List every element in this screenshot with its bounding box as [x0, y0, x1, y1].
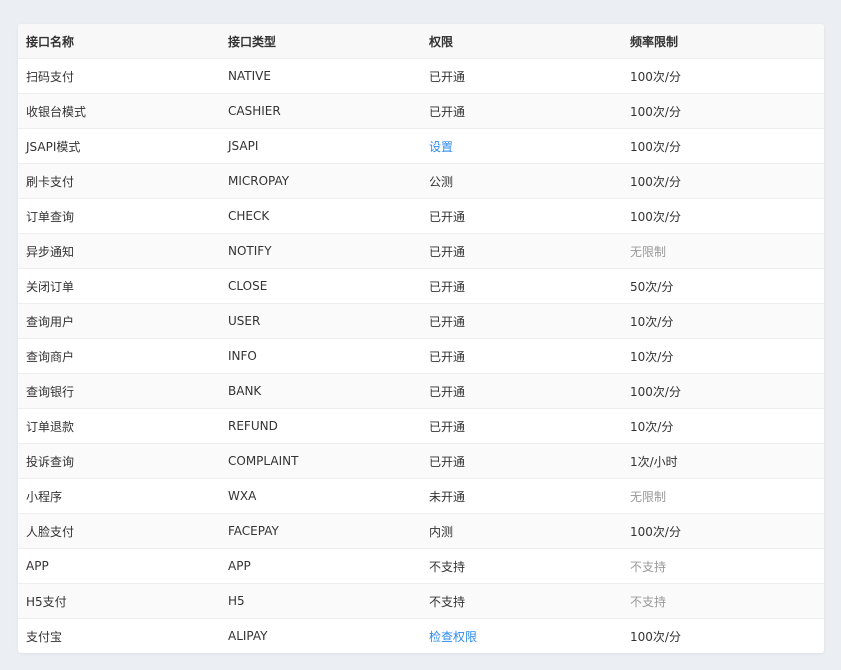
cell-api-type: MICROPAY	[220, 163, 421, 199]
cell-permission: 已开通	[421, 93, 622, 129]
cell-api-name: 订单查询	[18, 198, 220, 234]
cell-api-type: NOTIFY	[220, 233, 421, 269]
column-header-api-name: 接口名称	[18, 24, 220, 59]
table-row: 关闭订单 CLOSE 已开通 50次/分	[18, 268, 824, 304]
cell-permission: 已开通	[421, 198, 622, 234]
table-row: 人脸支付 FACEPAY 内测 100次/分	[18, 513, 824, 549]
cell-api-type: JSAPI	[220, 128, 421, 164]
cell-rate-limit: 100次/分	[622, 163, 824, 199]
table-header: 接口名称 接口类型 权限 频率限制	[18, 24, 824, 59]
cell-rate-limit: 不支持	[622, 583, 824, 619]
header-row: 接口名称 接口类型 权限 频率限制	[18, 24, 824, 59]
cell-permission: 内测	[421, 513, 622, 549]
table-row: 支付宝 ALIPAY 检查权限 100次/分	[18, 619, 824, 654]
cell-api-type: FACEPAY	[220, 513, 421, 549]
cell-api-type: USER	[220, 303, 421, 339]
column-header-api-type: 接口类型	[220, 24, 421, 59]
table-body: 扫码支付 NATIVE 已开通 100次/分 收银台模式 CASHIER 已开通 100次/分…	[18, 58, 824, 654]
cell-api-type: INFO	[220, 338, 421, 374]
cell-api-type: CHECK	[220, 198, 421, 234]
cell-rate-limit: 100次/分	[622, 93, 824, 129]
table-row: 订单查询 CHECK 已开通 100次/分	[18, 198, 824, 234]
table-row: 异步通知 NOTIFY 已开通 无限制	[18, 233, 824, 269]
cell-api-name: 收银台模式	[18, 93, 220, 129]
table-row: 查询商户 INFO 已开通 10次/分	[18, 338, 824, 374]
cell-api-name: 刷卡支付	[18, 163, 220, 199]
cell-permission: 不支持	[421, 548, 622, 584]
api-permissions-card: 接口名称 接口类型 权限 频率限制 扫码支付 NATIVE 已开通 100次/分 收银台…	[18, 24, 824, 653]
api-permissions-table: 接口名称 接口类型 权限 频率限制 扫码支付 NATIVE 已开通 100次/分 收银台…	[18, 24, 824, 653]
cell-permission: 已开通	[421, 338, 622, 374]
table-row: 订单退款 REFUND 已开通 10次/分	[18, 408, 824, 444]
cell-permission: 已开通	[421, 373, 622, 409]
table-row: 收银台模式 CASHIER 已开通 100次/分	[18, 93, 824, 129]
table-row: JSAPI模式 JSAPI 设置 100次/分	[18, 128, 824, 164]
table-row: 查询用户 USER 已开通 10次/分	[18, 303, 824, 339]
cell-api-name: 查询商户	[18, 338, 220, 374]
cell-rate-limit: 100次/分	[622, 58, 824, 94]
cell-api-type: CLOSE	[220, 268, 421, 304]
cell-permission: 已开通	[421, 408, 622, 444]
cell-rate-limit: 100次/分	[622, 513, 824, 549]
cell-api-type: WXA	[220, 478, 421, 514]
cell-api-name: 投诉查询	[18, 443, 220, 479]
cell-api-name: 异步通知	[18, 233, 220, 269]
permission-link[interactable]: 设置	[421, 128, 622, 164]
cell-api-type: COMPLAINT	[220, 443, 421, 479]
table-row: 投诉查询 COMPLAINT 已开通 1次/小时	[18, 443, 824, 479]
cell-rate-limit: 1次/小时	[622, 443, 824, 479]
cell-permission: 公测	[421, 163, 622, 199]
cell-rate-limit: 100次/分	[622, 128, 824, 164]
cell-rate-limit: 无限制	[622, 233, 824, 269]
table-row: 刷卡支付 MICROPAY 公测 100次/分	[18, 163, 824, 199]
cell-permission: 未开通	[421, 478, 622, 514]
cell-api-name: 支付宝	[26, 629, 63, 644]
cell-api-name: 查询用户	[18, 303, 220, 339]
cell-permission: 不支持	[421, 583, 622, 619]
table-row: 小程序 WXA 未开通 无限制	[18, 478, 824, 514]
cell-rate-limit: 10次/分	[622, 303, 824, 339]
cell-api-type: ALIPAY	[228, 629, 268, 643]
cell-api-name: 订单退款	[18, 408, 220, 444]
cell-api-type: BANK	[220, 373, 421, 409]
cell-permission: 已开通	[421, 268, 622, 304]
cell-api-name: 小程序	[18, 478, 220, 514]
table-row: 扫码支付 NATIVE 已开通 100次/分	[18, 58, 824, 94]
cell-api-name: 查询银行	[18, 373, 220, 409]
cell-api-name: JSAPI模式	[18, 128, 220, 164]
cell-api-name: APP	[18, 548, 220, 584]
cell-permission: 已开通	[421, 58, 622, 94]
table-row: APP APP 不支持 不支持	[18, 548, 824, 584]
cell-rate-limit: 100次/分	[630, 629, 681, 644]
column-header-rate-limit: 频率限制	[622, 24, 824, 59]
cell-rate-limit: 不支持	[622, 548, 824, 584]
cell-rate-limit: 50次/分	[622, 268, 824, 304]
table-row: H5支付 H5 不支持 不支持	[18, 583, 824, 619]
cell-api-name: 扫码支付	[18, 58, 220, 94]
cell-api-type: H5	[220, 583, 421, 619]
cell-rate-limit: 10次/分	[622, 408, 824, 444]
cell-api-name: H5支付	[18, 583, 220, 619]
cell-permission: 已开通	[421, 443, 622, 479]
cell-rate-limit: 100次/分	[622, 373, 824, 409]
column-header-permission: 权限	[421, 24, 622, 59]
cell-api-type: APP	[220, 548, 421, 584]
cell-api-name: 人脸支付	[18, 513, 220, 549]
cell-rate-limit: 100次/分	[622, 198, 824, 234]
cell-api-name: 关闭订单	[18, 268, 220, 304]
cell-api-type: CASHIER	[220, 93, 421, 129]
cell-permission: 已开通	[421, 233, 622, 269]
permission-link[interactable]: 检查权限	[421, 619, 622, 654]
cell-rate-limit: 10次/分	[622, 338, 824, 374]
cell-rate-limit: 无限制	[622, 478, 824, 514]
cell-permission: 已开通	[421, 303, 622, 339]
cell-api-type: NATIVE	[220, 58, 421, 94]
table-row: 查询银行 BANK 已开通 100次/分	[18, 373, 824, 409]
cell-api-type: REFUND	[220, 408, 421, 444]
